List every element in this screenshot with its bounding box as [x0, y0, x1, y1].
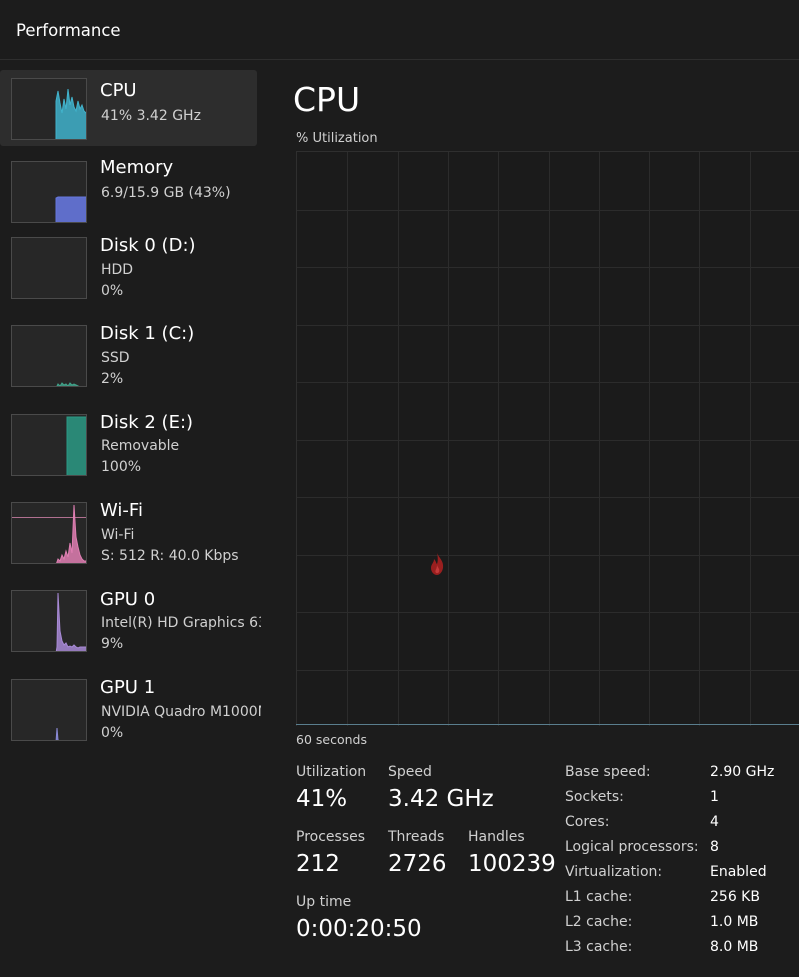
speed-value: 3.42 GHz — [388, 786, 494, 812]
sidebar-item-name: CPU — [100, 80, 137, 101]
sidebar-item-memory[interactable]: Memory 6.9/15.9 GB (43%) — [0, 148, 257, 224]
wifi-sparkline — [56, 504, 86, 563]
sidebar-item-name: Wi-Fi — [100, 500, 143, 521]
processes-label: Processes — [296, 829, 366, 845]
gpu1-sparkline — [55, 727, 60, 740]
wifi-thumbnail-graph — [11, 502, 87, 564]
spec-l2-cache-value: 1.0 MB — [710, 914, 759, 930]
sidebar-item-disk-0[interactable]: Disk 0 (D:) HDD 0% — [0, 225, 257, 301]
sidebar-item-name: GPU 0 — [100, 589, 156, 610]
sidebar-item-detail: 0% — [101, 283, 124, 299]
spec-logical-processors-value: 8 — [710, 839, 719, 855]
spec-sockets-value: 1 — [710, 789, 719, 805]
disk-1-thumbnail-graph — [11, 325, 87, 387]
uptime-value: 0:00:20:50 — [296, 916, 422, 942]
sidebar-item-type: NVIDIA Quadro M1000M — [101, 704, 261, 720]
sidebar-item-gpu-0[interactable]: GPU 0 Intel(R) HD Graphics 630 9% — [0, 579, 261, 655]
disk1-sparkline — [56, 382, 80, 386]
watermark-icon — [429, 552, 445, 580]
threads-label: Threads — [388, 829, 445, 845]
gpu0-sparkline — [55, 592, 86, 651]
processes-value: 212 — [296, 851, 340, 877]
spec-virtualization-value: Enabled — [710, 864, 767, 880]
header: Performance — [0, 0, 799, 60]
utilization-value: 41% — [296, 786, 348, 812]
sidebar-item-name: GPU 1 — [100, 677, 156, 698]
cpu-thumbnail-graph — [11, 78, 87, 140]
time-axis-label: 60 seconds — [296, 732, 367, 747]
graph-baseline — [296, 724, 799, 725]
cpu-utilization-graph — [296, 151, 799, 726]
sidebar-item-disk-1[interactable]: Disk 1 (C:) SSD 2% — [0, 313, 257, 389]
spec-cores-label: Cores: — [565, 814, 610, 830]
disk-0-thumbnail-graph — [11, 237, 87, 299]
sidebar-item-detail: 41% 3.42 GHz — [101, 108, 201, 124]
sidebar-item-detail: 6.9/15.9 GB (43%) — [101, 185, 231, 201]
sidebar: CPU 41% 3.42 GHz Memory 6.9/15.9 GB (43%… — [0, 62, 262, 977]
sidebar-item-gpu-1[interactable]: GPU 1 NVIDIA Quadro M1000M 0% — [0, 667, 261, 743]
sidebar-item-type: Wi-Fi — [101, 527, 135, 543]
spec-cores-value: 4 — [710, 814, 719, 830]
sidebar-item-detail: 2% — [101, 371, 124, 387]
sidebar-item-disk-2[interactable]: Disk 2 (E:) Removable 100% — [0, 402, 257, 478]
spec-l2-cache-label: L2 cache: — [565, 914, 633, 930]
spec-virtualization-label: Virtualization: — [565, 864, 663, 880]
spec-base-speed-label: Base speed: — [565, 764, 651, 780]
spec-l1-cache-value: 256 KB — [710, 889, 760, 905]
sidebar-item-detail: 100% — [101, 459, 142, 475]
spec-l3-cache-value: 8.0 MB — [710, 939, 759, 955]
sidebar-item-cpu[interactable]: CPU 41% 3.42 GHz — [0, 70, 257, 146]
gpu-1-thumbnail-graph — [11, 679, 87, 741]
memory-thumbnail-graph — [11, 161, 87, 223]
threads-value: 2726 — [388, 851, 447, 877]
sidebar-item-name: Disk 0 (D:) — [100, 235, 196, 256]
page-title: Performance — [16, 21, 121, 40]
sidebar-item-type: Removable — [101, 438, 180, 454]
speed-label: Speed — [388, 764, 432, 780]
main-title: CPU — [293, 80, 361, 119]
cpu-sparkline — [55, 88, 86, 139]
spec-sockets-label: Sockets: — [565, 789, 624, 805]
sidebar-item-type: Intel(R) HD Graphics 630 — [101, 615, 261, 631]
utilization-label: Utilization — [296, 764, 367, 780]
graph-grid — [297, 152, 799, 726]
sidebar-item-detail: 9% — [101, 636, 124, 652]
spec-l3-cache-label: L3 cache: — [565, 939, 633, 955]
uptime-label: Up time — [296, 894, 352, 910]
sidebar-item-wifi[interactable]: Wi-Fi Wi-Fi S: 512 R: 40.0 Kbps — [0, 490, 257, 566]
utilization-axis-label: % Utilization — [296, 131, 378, 146]
spec-logical-processors-label: Logical processors: — [565, 839, 699, 855]
gpu-0-thumbnail-graph — [11, 590, 87, 652]
spec-l1-cache-label: L1 cache: — [565, 889, 633, 905]
main-panel: CPU % Utilization 60 seconds Utilization… — [262, 62, 799, 977]
sidebar-item-name: Disk 1 (C:) — [100, 323, 195, 344]
handles-value: 100239 — [468, 851, 556, 877]
memory-sparkline — [55, 196, 86, 222]
spec-base-speed-value: 2.90 GHz — [710, 764, 775, 780]
handles-label: Handles — [468, 829, 525, 845]
sidebar-item-name: Disk 2 (E:) — [100, 412, 194, 433]
sidebar-item-type: HDD — [101, 262, 134, 278]
disk2-sparkline — [66, 416, 86, 475]
sidebar-item-detail: 0% — [101, 725, 124, 741]
sidebar-item-type: SSD — [101, 350, 130, 366]
sidebar-item-name: Memory — [100, 157, 174, 178]
sidebar-item-detail: S: 512 R: 40.0 Kbps — [101, 548, 239, 564]
disk-2-thumbnail-graph — [11, 414, 87, 476]
